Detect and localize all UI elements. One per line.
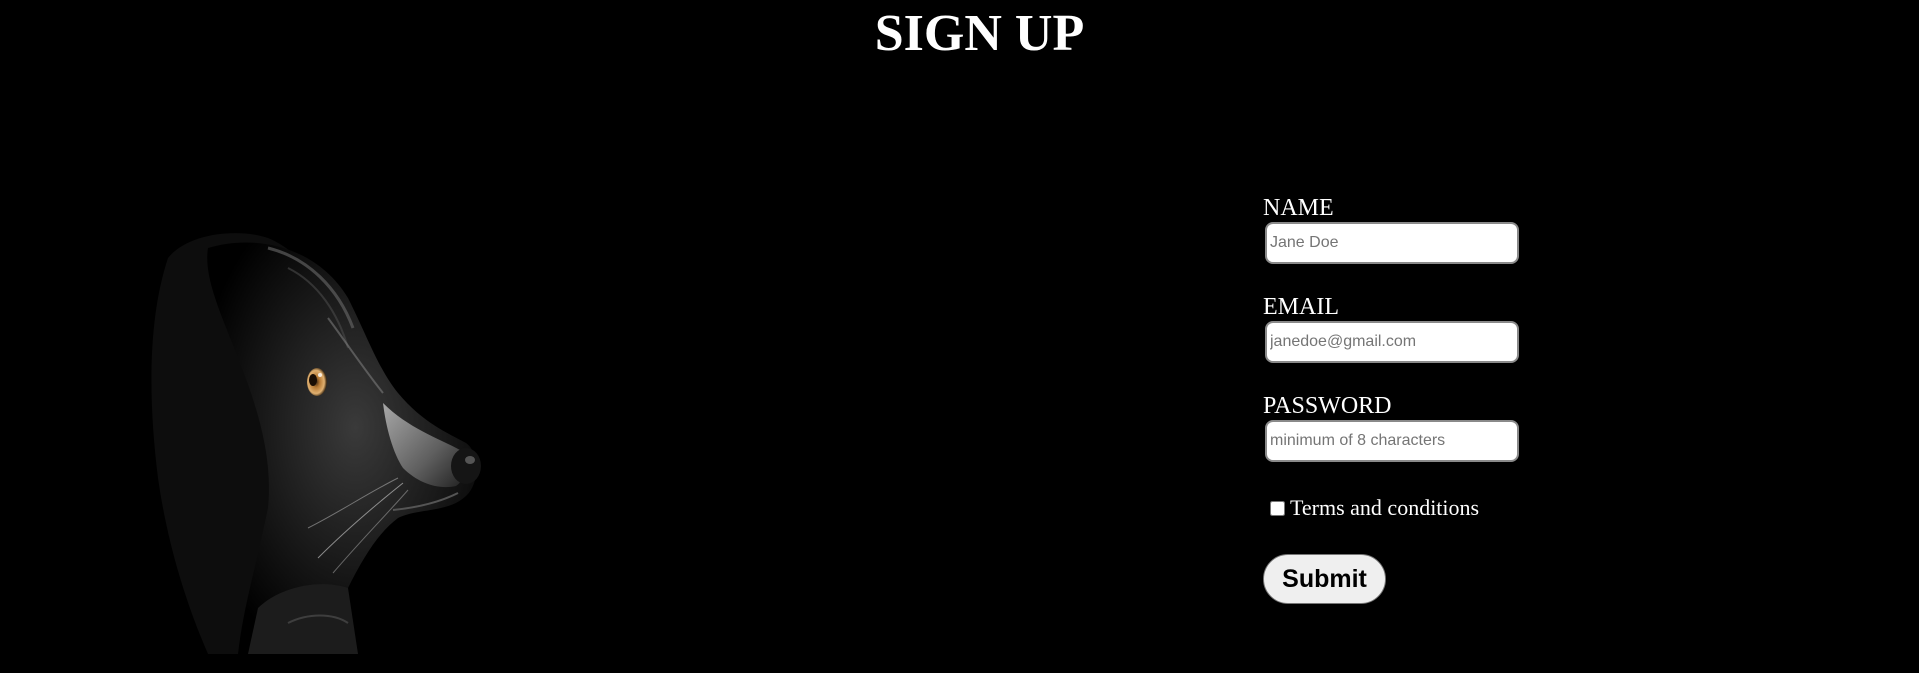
email-label: EMAIL: [1263, 294, 1339, 320]
name-label: NAME: [1263, 195, 1334, 221]
password-label: PASSWORD: [1263, 393, 1392, 419]
terms-label[interactable]: Terms and conditions: [1290, 495, 1479, 521]
page-title: SIGN UP: [874, 5, 1085, 62]
submit-button[interactable]: Submit: [1263, 554, 1386, 604]
terms-row: Terms and conditions: [1268, 491, 1563, 525]
signup-form: NAME EMAIL PASSWORD Terms and conditions…: [1263, 194, 1563, 604]
name-input[interactable]: [1265, 222, 1519, 264]
terms-checkbox[interactable]: [1270, 500, 1285, 516]
password-input[interactable]: [1265, 420, 1519, 462]
dog-profile-image: [151, 233, 481, 654]
email-input[interactable]: [1265, 321, 1519, 363]
